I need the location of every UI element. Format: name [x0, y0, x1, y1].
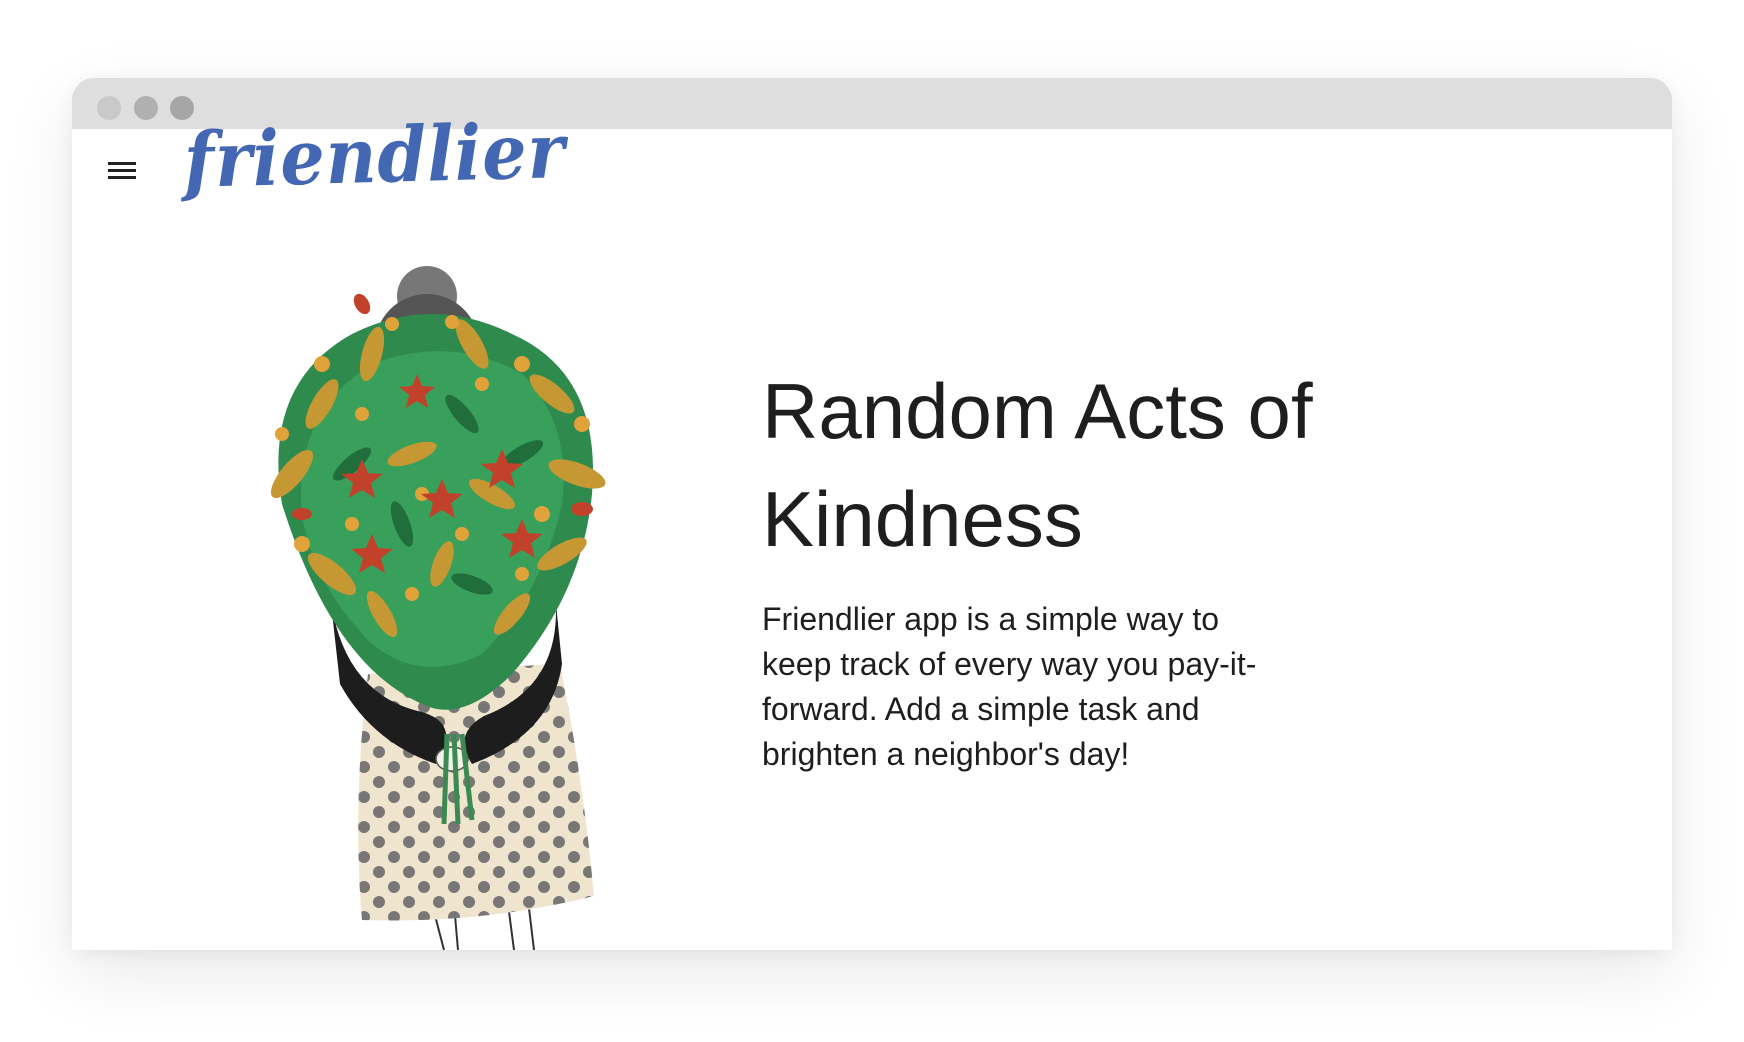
hamburger-menu-icon[interactable] — [108, 157, 138, 183]
hero-title-line-2: Kindness — [762, 475, 1083, 563]
minimize-window-dot-icon[interactable] — [134, 96, 158, 120]
hero-title: Random Acts of Kindness — [762, 357, 1442, 573]
friendlier-logo[interactable]: friendlier — [183, 106, 567, 205]
hero-description: Friendlier app is a simple way to keep t… — [762, 601, 1257, 772]
page-content: friendlier Random Acts of Kindness Frien… — [72, 106, 1672, 950]
close-window-dot-icon[interactable] — [97, 96, 121, 120]
hero-title-line-1: Random Acts of — [762, 367, 1313, 455]
woman-with-bouquet-illustration — [270, 266, 606, 950]
browser-window: friendlier Random Acts of Kindness Frien… — [72, 78, 1672, 950]
